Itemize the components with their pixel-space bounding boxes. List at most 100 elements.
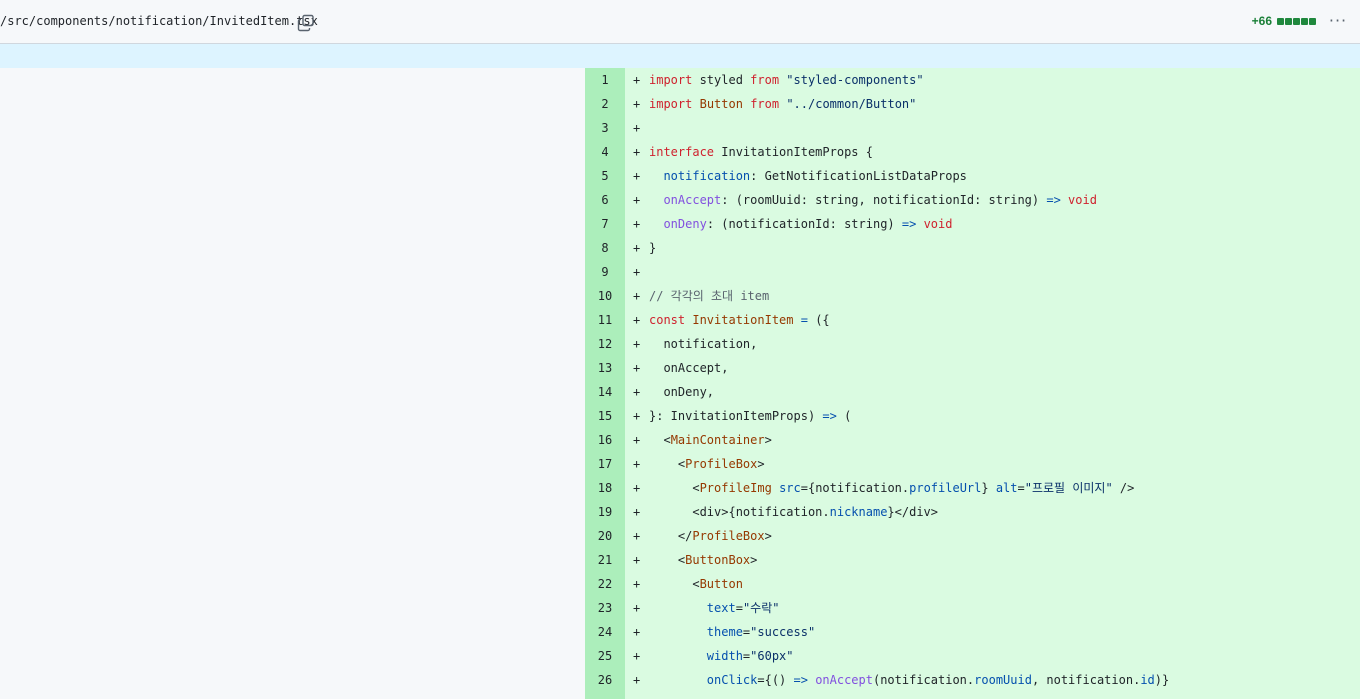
line-number[interactable]: 16 — [585, 428, 625, 452]
diff-line: 5 + notification: GetNotificationListData… — [585, 164, 1360, 188]
line-number[interactable]: 18 — [585, 476, 625, 500]
line-number[interactable]: 5 — [585, 164, 625, 188]
code-content: <ButtonBox> — [649, 548, 758, 572]
addition-marker: + — [633, 121, 641, 135]
line-number[interactable]: 10 — [585, 284, 625, 308]
code-token: = — [800, 313, 808, 327]
code-token: profileUrl — [909, 481, 982, 495]
diffstat-additions: +66 — [1251, 14, 1272, 28]
code-content: // 각각의 초대 item — [649, 284, 769, 308]
code-token: ( — [836, 409, 852, 423]
code-token: < — [649, 481, 700, 495]
code-token: "60px" — [750, 649, 794, 663]
code-content: onAccept, — [649, 356, 728, 380]
diff-line: 25 + width="60px" — [585, 644, 1360, 668]
code-token: void — [1068, 193, 1097, 207]
line-number[interactable]: 20 — [585, 524, 625, 548]
code-token: notification, — [649, 337, 758, 351]
code-token: } — [649, 241, 657, 255]
code-token: < — [649, 457, 686, 471]
line-number[interactable]: 11 — [585, 308, 625, 332]
diff-line: 6 + onAccept: (roomUuid: string, notifica… — [585, 188, 1360, 212]
line-number[interactable]: 17 — [585, 452, 625, 476]
code-token: // 각각의 초대 item — [649, 289, 770, 303]
kebab-horizontal-icon[interactable]: ··· — [1326, 10, 1350, 34]
line-number[interactable]: 19 — [585, 500, 625, 524]
line-number[interactable]: 24 — [585, 620, 625, 644]
line-number[interactable]: 8 — [585, 236, 625, 260]
code-token: InvitationItem — [692, 313, 794, 327]
line-number[interactable]: 2 — [585, 92, 625, 116]
line-number[interactable]: 3 — [585, 116, 625, 140]
code-token: : (notificationId: string) — [706, 217, 902, 231]
diff-line: 24 + theme="success" — [585, 620, 1360, 644]
diff-line: 10 + // 각각의 초대 item — [585, 284, 1360, 308]
code-token: } — [981, 481, 996, 495]
code-token: > — [764, 529, 772, 543]
code-token: )} — [1154, 673, 1170, 687]
code-token: id — [1140, 673, 1155, 687]
line-number[interactable]: 1 — [585, 68, 625, 92]
code-token: ProfileBox — [685, 457, 758, 471]
addition-marker: + — [633, 409, 641, 423]
line-number[interactable]: 23 — [585, 596, 625, 620]
diff-line: 9 + — [585, 260, 1360, 284]
line-number[interactable]: 4 — [585, 140, 625, 164]
code-token: "../common/Button" — [786, 97, 917, 111]
code-token: theme — [706, 625, 743, 639]
line-number[interactable]: 25 — [585, 644, 625, 668]
code-token: => — [822, 409, 837, 423]
diff-line: 8 +} — [585, 236, 1360, 260]
line-number[interactable]: 15 — [585, 404, 625, 428]
code-content: import Button from "../common/Button" — [649, 92, 916, 116]
addition-marker: + — [633, 673, 641, 687]
line-number[interactable]: 9 — [585, 260, 625, 284]
code-token: onAccept — [663, 193, 722, 207]
code-token: Button — [699, 577, 743, 591]
addition-marker: + — [633, 529, 641, 543]
copy-icon[interactable] — [297, 14, 315, 32]
code-token: "수락" — [742, 601, 780, 615]
line-number[interactable]: 6 — [585, 188, 625, 212]
code-token: roomUuid — [974, 673, 1032, 687]
code-token: < — [649, 577, 700, 591]
addition-marker: + — [633, 505, 641, 519]
line-number[interactable]: 22 — [585, 572, 625, 596]
code-content: onDeny: (notificationId: string) => void — [649, 212, 952, 236]
line-number[interactable]: 21 — [585, 548, 625, 572]
diff-line: 3 + — [585, 116, 1360, 140]
code-token: onAccept, — [649, 361, 729, 375]
code-token: > — [750, 553, 758, 567]
line-number[interactable]: 26 — [585, 668, 625, 692]
code-token: }: InvitationItemProps) — [649, 409, 823, 423]
diffstat: +66 — [1252, 14, 1316, 28]
file-path[interactable]: /src/components/notification/InvitedItem… — [0, 14, 318, 28]
code-token: "프로필 이미지" — [1024, 481, 1113, 495]
code-token: => — [1046, 193, 1061, 207]
diff-line: 12 + notification, — [585, 332, 1360, 356]
diff-line: 21 + <ButtonBox> — [585, 548, 1360, 572]
code-token: <div>{notification. — [649, 505, 830, 519]
diffstat-block — [1293, 17, 1300, 25]
diffstat-block — [1301, 17, 1308, 25]
line-number[interactable]: 12 — [585, 332, 625, 356]
hunk-expander[interactable] — [0, 44, 1360, 68]
code-token: onClick — [706, 673, 758, 687]
code-token: }</div> — [887, 505, 938, 519]
code-token: styled — [692, 73, 751, 87]
code-token: = — [1017, 481, 1025, 495]
code-content: notification, — [649, 332, 757, 356]
code-token: ({ — [807, 313, 830, 327]
addition-marker: + — [633, 553, 641, 567]
line-number[interactable]: 14 — [585, 380, 625, 404]
addition-marker: + — [633, 361, 641, 375]
line-number[interactable]: 7 — [585, 212, 625, 236]
line-number[interactable]: 13 — [585, 356, 625, 380]
code-token: notification — [663, 169, 751, 183]
